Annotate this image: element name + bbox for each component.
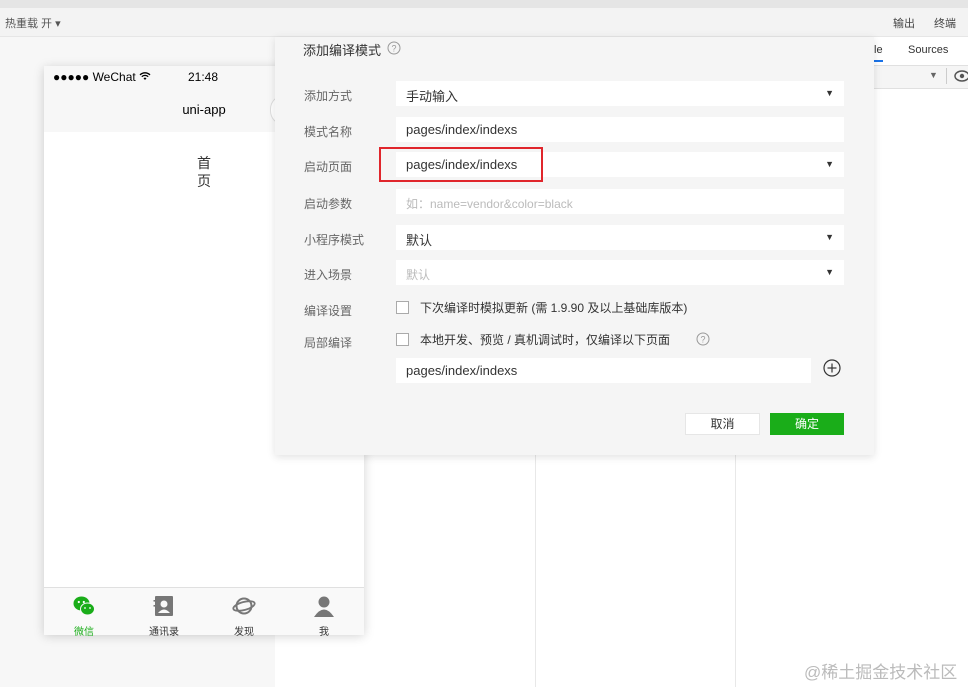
tab-label: 我 xyxy=(319,627,329,638)
eye-icon[interactable] xyxy=(954,70,968,82)
status-time: 21:48 xyxy=(188,70,219,84)
profile-icon xyxy=(314,596,334,617)
simulate-update-text: 下次编译时模拟更新 (需 1.9.90 及以上基础库版本) xyxy=(420,301,688,315)
enter-scene-placeholder: 默认 xyxy=(406,268,431,282)
confirm-button[interactable]: 确定 xyxy=(770,413,844,435)
window-top-strip xyxy=(0,0,968,8)
partial-compile-text: 本地开发、预览 / 真机调试时，仅编译以下页面 xyxy=(420,333,671,347)
partial-compile-label: 局部编译 xyxy=(304,336,353,350)
help-icon[interactable]: ? xyxy=(696,332,710,346)
simulate-update-checkbox[interactable] xyxy=(396,301,409,314)
tab-label: 发现 xyxy=(234,627,254,638)
enter-scene-select[interactable]: 默认 ▼ xyxy=(396,260,844,285)
tab-console[interactable]: le xyxy=(874,44,883,62)
chevron-down-icon: ▼ xyxy=(825,159,834,169)
partial-compile-checkbox[interactable] xyxy=(396,333,409,346)
add-method-select[interactable]: 手动输入 ▼ xyxy=(396,81,844,106)
svg-text:?: ? xyxy=(391,44,396,54)
start-params-placeholder: 如：name=vendor&color=black xyxy=(406,197,573,211)
cancel-button[interactable]: 取消 xyxy=(685,413,760,435)
dialog-title: 添加编译模式 xyxy=(303,43,382,58)
devtools-filter-bar: ▼ xyxy=(874,66,968,89)
start-page-label: 启动页面 xyxy=(304,160,353,174)
wifi-icon xyxy=(139,72,151,80)
tab-discover[interactable]: 发现 xyxy=(204,588,284,638)
compile-settings-label: 编译设置 xyxy=(304,304,353,318)
page-content-text: 首页 xyxy=(197,155,211,189)
hot-reload-toggle[interactable]: 热重载 开 ▾ xyxy=(5,15,61,31)
svg-text:?: ? xyxy=(700,335,705,345)
miniprogram-mode-select[interactable]: 默认 ▼ xyxy=(396,225,844,250)
mode-name-value: pages/index/indexs xyxy=(406,122,518,137)
editor-area xyxy=(275,455,875,687)
wechat-icon xyxy=(73,596,95,616)
chevron-down-icon: ▼ xyxy=(825,267,834,277)
output-tab[interactable]: 输出 xyxy=(893,15,915,31)
contacts-icon xyxy=(153,596,173,616)
panel-divider xyxy=(535,455,536,687)
filter-dropdown-icon[interactable]: ▼ xyxy=(929,70,938,80)
panel-divider xyxy=(735,455,736,687)
tab-bar: 微信 通讯录 发现 我 xyxy=(44,587,364,638)
add-compile-mode-dialog: 添加编译模式 ? 添加方式 手动输入 ▼ 模式名称 pages/index/in… xyxy=(275,37,874,455)
add-page-plus-icon[interactable] xyxy=(823,359,841,377)
top-toolbar: 热重载 开 ▾ 输出 终端 xyxy=(0,8,968,37)
terminal-tab[interactable]: 终端 xyxy=(934,15,956,31)
partial-compile-page-value: pages/index/indexs xyxy=(406,363,518,378)
add-method-label: 添加方式 xyxy=(304,89,353,103)
tab-wechat[interactable]: 微信 xyxy=(44,588,124,638)
chevron-down-icon: ▼ xyxy=(825,88,834,98)
tab-label: 通讯录 xyxy=(149,627,179,638)
tab-profile[interactable]: 我 xyxy=(284,588,364,638)
devtools-tabs: le Sources xyxy=(874,37,968,66)
devtools-panel: le Sources ▼ xyxy=(874,37,968,687)
enter-scene-label: 进入场景 xyxy=(304,268,353,282)
miniprogram-mode-label: 小程序模式 xyxy=(304,233,365,247)
start-params-input[interactable]: 如：name=vendor&color=black xyxy=(396,189,844,214)
help-icon[interactable]: ? xyxy=(387,41,401,55)
discover-icon xyxy=(232,597,256,615)
mode-name-input[interactable]: pages/index/indexs xyxy=(396,117,844,142)
tab-label: 微信 xyxy=(74,627,94,638)
chevron-down-icon: ▼ xyxy=(825,232,834,242)
partial-compile-page-input[interactable]: pages/index/indexs xyxy=(396,358,811,383)
add-method-value: 手动输入 xyxy=(406,89,459,104)
signal-indicator: ●●●●● WeChat xyxy=(53,70,151,84)
toolbar-divider xyxy=(946,68,947,84)
tab-sources[interactable]: Sources xyxy=(908,44,948,56)
start-params-label: 启动参数 xyxy=(304,197,353,211)
miniprogram-mode-value: 默认 xyxy=(406,233,433,248)
tab-contacts[interactable]: 通讯录 xyxy=(124,588,204,638)
mode-name-label: 模式名称 xyxy=(304,125,353,139)
watermark: @稀土掘金技术社区 xyxy=(804,663,958,682)
highlight-box xyxy=(379,147,543,182)
